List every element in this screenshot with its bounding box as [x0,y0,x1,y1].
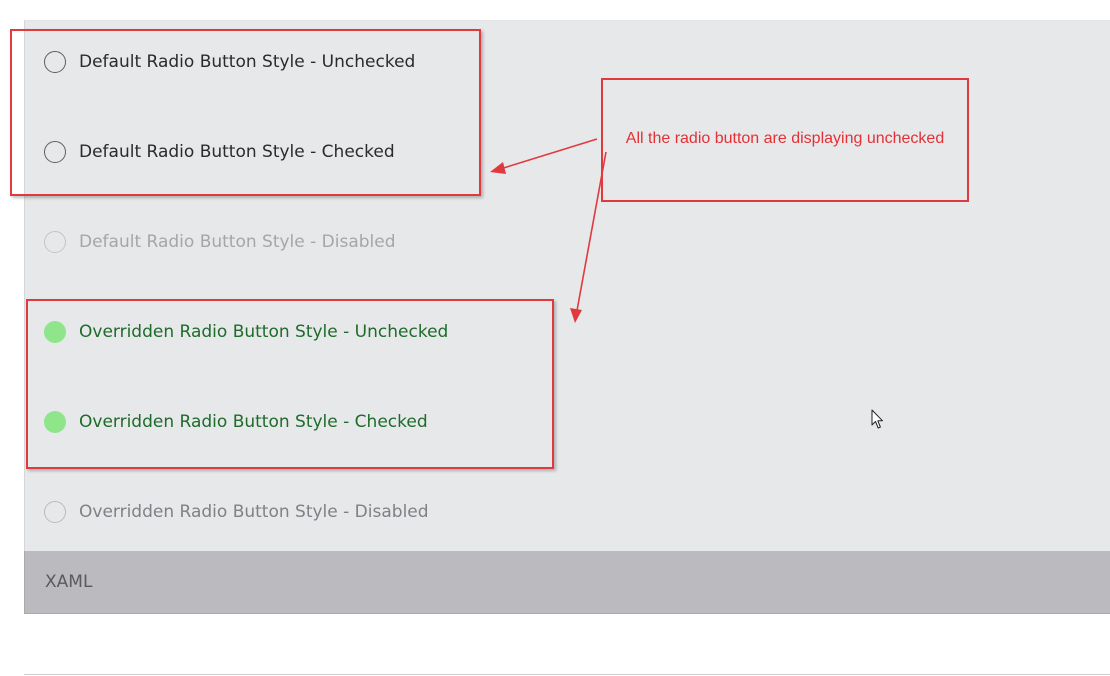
xaml-section-header[interactable]: XAML [24,551,1110,614]
xaml-section-label: XAML [45,572,93,592]
mouse-pointer-icon [871,409,883,429]
annotation-callout-text: All the radio button are displaying unch… [625,130,945,147]
radio-default-disabled: Default Radio Button Style - Disabled [44,228,396,256]
radio-circle-icon [44,501,66,523]
radio-button-demo-page: Default Radio Button Style - Unchecked D… [0,0,1110,676]
radio-label: Default Radio Button Style - Disabled [79,232,396,252]
radio-circle-icon [44,231,66,253]
annotation-box-default [10,29,481,196]
radio-label: Overridden Radio Button Style - Disabled [79,502,429,522]
annotation-callout: All the radio button are displaying unch… [601,78,969,202]
annotation-box-overridden [26,299,554,469]
radio-overridden-disabled: Overridden Radio Button Style - Disabled [44,498,429,526]
divider [24,674,1110,675]
